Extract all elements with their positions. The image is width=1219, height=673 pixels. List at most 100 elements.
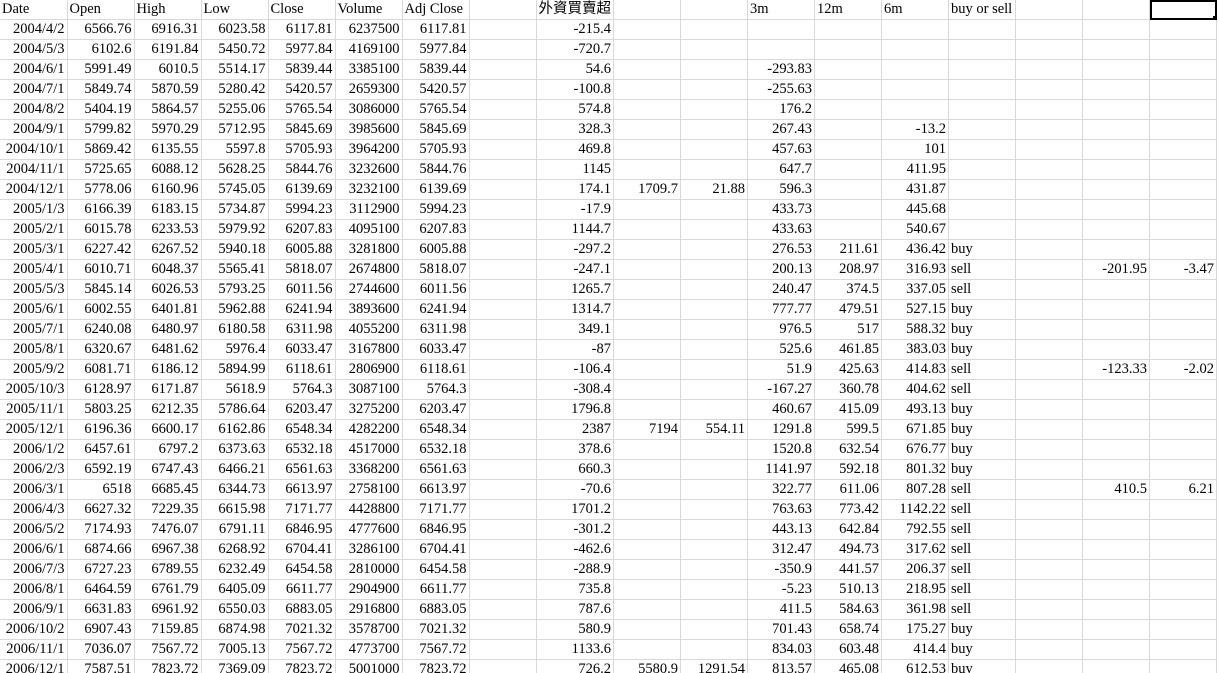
value-cell[interactable]: 208.97 <box>814 259 882 280</box>
value-cell[interactable]: 6791.11 <box>201 519 269 540</box>
value-cell[interactable]: 6311.98 <box>268 319 336 340</box>
value-cell[interactable] <box>469 119 537 140</box>
value-cell[interactable] <box>680 499 748 520</box>
value-cell[interactable] <box>680 299 748 320</box>
value-cell[interactable]: 5991.49 <box>67 59 135 80</box>
value-cell[interactable] <box>469 479 537 500</box>
value-cell[interactable]: -247.1 <box>536 259 614 280</box>
value-cell[interactable]: 6207.83 <box>268 219 336 240</box>
value-cell[interactable]: 5799.82 <box>67 119 135 140</box>
value-cell[interactable]: 5977.84 <box>402 39 470 60</box>
value-cell[interactable] <box>1082 419 1150 440</box>
value-cell[interactable]: 6747.43 <box>134 459 202 480</box>
value-cell[interactable]: 6611.77 <box>402 579 470 600</box>
value-cell[interactable]: 1520.8 <box>747 439 815 460</box>
value-cell[interactable]: 3086000 <box>335 99 403 120</box>
value-cell[interactable] <box>680 479 748 500</box>
value-cell[interactable]: 6704.41 <box>268 539 336 560</box>
value-cell[interactable] <box>1082 59 1150 80</box>
value-cell[interactable]: 3232600 <box>335 159 403 180</box>
date-cell[interactable]: 2004/6/1 <box>0 59 68 80</box>
value-cell[interactable]: 7171.77 <box>268 499 336 520</box>
header-cell[interactable] <box>469 0 537 20</box>
value-cell[interactable]: 3275200 <box>335 399 403 420</box>
value-cell[interactable]: 6311.98 <box>402 319 470 340</box>
value-cell[interactable]: 6180.58 <box>201 319 269 340</box>
value-cell[interactable]: 5839.44 <box>268 59 336 80</box>
value-cell[interactable]: 5845.69 <box>268 119 336 140</box>
value-cell[interactable]: 6241.94 <box>268 299 336 320</box>
value-cell[interactable]: 6088.12 <box>134 159 202 180</box>
value-cell[interactable]: 206.37 <box>881 559 949 580</box>
value-cell[interactable] <box>1149 659 1217 673</box>
value-cell[interactable] <box>469 99 537 120</box>
value-cell[interactable]: 51.9 <box>747 359 815 380</box>
date-cell[interactable]: 2005/9/2 <box>0 359 68 380</box>
value-cell[interactable]: 976.5 <box>747 319 815 340</box>
spreadsheet-grid[interactable]: Date Open High Low Close Volume Adj Close 外資買賣超… <box>0 0 1219 673</box>
value-cell[interactable]: 5844.76 <box>402 159 470 180</box>
value-cell[interactable]: 527.15 <box>881 299 949 320</box>
value-cell[interactable]: 6761.79 <box>134 579 202 600</box>
signal-cell[interactable] <box>948 39 1016 60</box>
value-cell[interactable]: 6010.5 <box>134 59 202 80</box>
value-cell[interactable] <box>1015 219 1083 240</box>
date-cell[interactable]: 2005/12/1 <box>0 419 68 440</box>
signal-cell[interactable]: sell <box>948 499 1016 520</box>
value-cell[interactable]: 5745.05 <box>201 179 269 200</box>
value-cell[interactable]: 5255.06 <box>201 99 269 120</box>
value-cell[interactable] <box>1082 619 1150 640</box>
signal-cell[interactable] <box>948 159 1016 180</box>
value-cell[interactable] <box>613 499 681 520</box>
value-cell[interactable]: 6118.61 <box>268 359 336 380</box>
date-cell[interactable]: 2004/9/1 <box>0 119 68 140</box>
value-cell[interactable] <box>469 359 537 380</box>
value-cell[interactable]: 5280.42 <box>201 79 269 100</box>
value-cell[interactable] <box>613 439 681 460</box>
value-cell[interactable] <box>1149 619 1217 640</box>
value-cell[interactable]: 6454.58 <box>402 559 470 580</box>
signal-cell[interactable]: sell <box>948 479 1016 500</box>
value-cell[interactable]: 3232100 <box>335 179 403 200</box>
value-cell[interactable] <box>613 559 681 580</box>
value-cell[interactable]: 3385100 <box>335 59 403 80</box>
header-cell[interactable]: Volume <box>335 0 403 20</box>
value-cell[interactable]: 414.4 <box>881 639 949 660</box>
signal-cell[interactable]: sell <box>948 559 1016 580</box>
value-cell[interactable] <box>469 459 537 480</box>
value-cell[interactable]: 6186.12 <box>134 359 202 380</box>
value-cell[interactable]: 6480.97 <box>134 319 202 340</box>
value-cell[interactable]: 6727.23 <box>67 559 135 580</box>
value-cell[interactable] <box>469 499 537 520</box>
value-cell[interactable] <box>1082 499 1150 520</box>
value-cell[interactable]: -215.4 <box>536 19 614 40</box>
value-cell[interactable]: -720.7 <box>536 39 614 60</box>
value-cell[interactable]: 525.6 <box>747 339 815 360</box>
value-cell[interactable]: -3.47 <box>1149 259 1217 280</box>
value-cell[interactable]: 2674800 <box>335 259 403 280</box>
value-cell[interactable]: 5765.54 <box>268 99 336 120</box>
value-cell[interactable]: 6561.63 <box>268 459 336 480</box>
value-cell[interactable]: -5.23 <box>747 579 815 600</box>
value-cell[interactable]: -293.83 <box>747 59 815 80</box>
date-cell[interactable]: 2004/4/2 <box>0 19 68 40</box>
value-cell[interactable] <box>1015 439 1083 460</box>
value-cell[interactable] <box>1015 159 1083 180</box>
value-cell[interactable]: 588.32 <box>881 319 949 340</box>
value-cell[interactable] <box>881 59 949 80</box>
value-cell[interactable] <box>613 319 681 340</box>
value-cell[interactable] <box>680 439 748 460</box>
value-cell[interactable] <box>1082 379 1150 400</box>
value-cell[interactable] <box>1015 259 1083 280</box>
value-cell[interactable] <box>814 39 882 60</box>
value-cell[interactable]: 611.06 <box>814 479 882 500</box>
value-cell[interactable]: 2387 <box>536 419 614 440</box>
value-cell[interactable] <box>1082 639 1150 660</box>
value-cell[interactable]: 5979.92 <box>201 219 269 240</box>
value-cell[interactable]: 6907.43 <box>67 619 135 640</box>
value-cell[interactable]: 460.67 <box>747 399 815 420</box>
value-cell[interactable] <box>613 19 681 40</box>
value-cell[interactable]: 4773700 <box>335 639 403 660</box>
value-cell[interactable]: -2.02 <box>1149 359 1217 380</box>
value-cell[interactable] <box>469 59 537 80</box>
